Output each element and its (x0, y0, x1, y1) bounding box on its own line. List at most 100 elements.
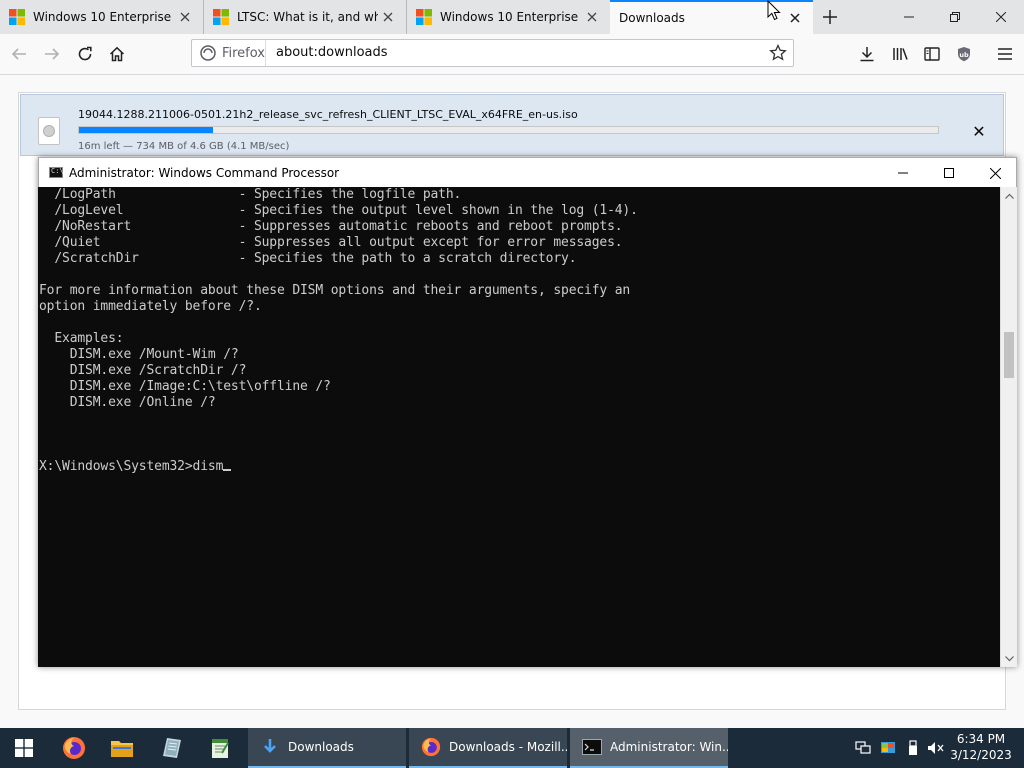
disc-image-file-icon (38, 117, 60, 145)
ublock-extension-button[interactable]: ub (950, 40, 978, 68)
mouse-cursor-icon (767, 0, 781, 21)
library-button[interactable] (886, 40, 914, 68)
home-button[interactable] (103, 40, 131, 68)
prompt-text: X:\Windows\System32>dism (39, 459, 224, 474)
tab-windows-10-enterprise-ltsc[interactable]: Windows 10 Enterprise LTSC (0, 0, 204, 34)
taskbar-task-downloads[interactable]: Downloads (248, 728, 406, 768)
firefox-icon (421, 737, 441, 757)
tab-label: Downloads (619, 11, 685, 25)
maximize-icon (944, 168, 954, 178)
url-bar[interactable]: Firefox about:downloads (191, 39, 794, 67)
windows-logo-icon (213, 9, 229, 25)
tab-strip: Windows 10 Enterprise LTSC LTSC: What is… (0, 0, 1024, 34)
url-text[interactable]: about:downloads (276, 40, 388, 66)
close-icon[interactable] (378, 7, 398, 27)
taskbar-file-explorer[interactable] (98, 728, 146, 768)
scrollbar-thumb[interactable] (1004, 332, 1014, 378)
task-label: Downloads (288, 740, 354, 754)
disk-management-icon (163, 738, 181, 758)
cmd-window-title: Administrator: Windows Command Processor (69, 166, 340, 180)
close-icon[interactable] (785, 8, 805, 28)
scroll-down-button[interactable] (1001, 650, 1017, 667)
task-label: Administrator: Win... (610, 740, 728, 754)
home-icon (109, 46, 125, 62)
hamburger-menu-icon (998, 48, 1012, 60)
minimize-icon (898, 172, 908, 174)
taskbar-task-firefox-downloads[interactable]: Downloads - Mozill... (409, 728, 567, 768)
clock-time: 6:34 PM (956, 732, 1006, 746)
sidebar-button[interactable] (918, 40, 946, 68)
console-vertical-scrollbar[interactable] (1000, 187, 1017, 667)
cmd-close-button[interactable] (972, 158, 1018, 188)
tab-downloads[interactable]: Downloads (610, 0, 813, 34)
downloads-button[interactable] (853, 40, 881, 68)
firefox-identity-icon (200, 45, 216, 61)
windows-start-icon (15, 739, 33, 757)
display-settings-icon[interactable] (877, 728, 899, 768)
download-icon (860, 47, 874, 62)
console-text: /LogPath - Specifies the logfile path. /… (39, 187, 638, 410)
taskbar-task-cmd[interactable]: Administrator: Win... (570, 728, 728, 768)
start-button[interactable] (0, 728, 48, 768)
svg-text:ub: ub (959, 51, 969, 59)
close-window-button[interactable] (978, 0, 1024, 34)
chevron-up-icon (1004, 193, 1014, 199)
text-cursor (223, 469, 232, 471)
task-label: Downloads - Mozill... (449, 740, 567, 754)
close-icon[interactable] (582, 7, 602, 27)
download-arrow-icon (264, 739, 276, 753)
back-button[interactable] (5, 40, 33, 68)
taskbar-firefox[interactable] (50, 728, 98, 768)
scroll-up-button[interactable] (1001, 187, 1017, 204)
close-icon (996, 12, 1006, 22)
ublock-shield-icon: ub (958, 47, 970, 62)
menu-button[interactable] (991, 40, 1019, 68)
volume-muted-icon[interactable] (925, 728, 947, 768)
plus-icon (823, 10, 837, 24)
download-filename: 19044.1288.211006-0501.21h2_release_svc_… (78, 108, 578, 121)
reload-icon (78, 46, 92, 61)
sidebar-icon (924, 47, 940, 61)
restore-icon (950, 12, 960, 22)
new-tab-button[interactable] (818, 5, 842, 29)
taskbar: Downloads Downloads - Mozill... Administ… (0, 728, 1024, 768)
identity-label: Firefox (221, 45, 265, 61)
taskbar-notepad[interactable] (196, 728, 244, 768)
command-processor-window[interactable]: C:\ Administrator: Windows Command Proce… (38, 157, 1017, 667)
download-progress-bar (78, 126, 939, 134)
tab-windows-10-enterprise-m[interactable]: Windows 10 Enterprise | M (407, 0, 610, 34)
cancel-download-button[interactable]: ✕ (969, 121, 989, 141)
network-icon[interactable] (852, 728, 874, 768)
system-clock[interactable]: 6:34 PM 3/12/2023 (946, 731, 1016, 763)
tab-label: Windows 10 Enterprise LTSC (33, 10, 175, 24)
tab-label: Windows 10 Enterprise | M (440, 10, 582, 24)
cmd-maximize-button[interactable] (926, 158, 972, 188)
download-item[interactable]: 19044.1288.211006-0501.21h2_release_svc_… (20, 94, 1004, 156)
console-output[interactable]: /LogPath - Specifies the logfile path. /… (38, 187, 1000, 667)
cmd-title-bar[interactable]: C:\ Administrator: Windows Command Proce… (38, 157, 1017, 187)
command-prompt-line[interactable]: X:\Windows\System32>dism (39, 459, 232, 475)
close-icon (989, 167, 1001, 179)
tab-ltsc-what-is-it[interactable]: LTSC: What is it, and when (204, 0, 407, 34)
usb-device-icon[interactable] (902, 728, 924, 768)
reload-button[interactable] (71, 40, 99, 68)
folder-icon (111, 741, 133, 757)
forward-button[interactable] (38, 40, 66, 68)
cmd-minimize-button[interactable] (880, 158, 926, 188)
download-progress-fill (79, 127, 213, 133)
restore-button[interactable] (932, 0, 978, 34)
cmd-icon (582, 739, 602, 755)
close-icon[interactable] (175, 7, 195, 27)
windows-logo-icon (9, 9, 25, 25)
download-status: 16m left — 734 MB of 4.6 GB (4.1 MB/sec) (78, 141, 290, 152)
back-arrow-icon (11, 48, 26, 60)
taskbar-app[interactable] (148, 728, 196, 768)
minimize-button[interactable] (886, 0, 932, 34)
notepad-icon (212, 739, 229, 758)
forward-arrow-icon (45, 48, 60, 60)
bookmark-star-icon[interactable] (769, 44, 787, 62)
cmd-icon: C:\ (49, 167, 64, 178)
identity-box[interactable]: Firefox (192, 40, 266, 66)
minimize-icon (904, 16, 914, 18)
clock-date: 3/12/2023 (950, 748, 1012, 762)
